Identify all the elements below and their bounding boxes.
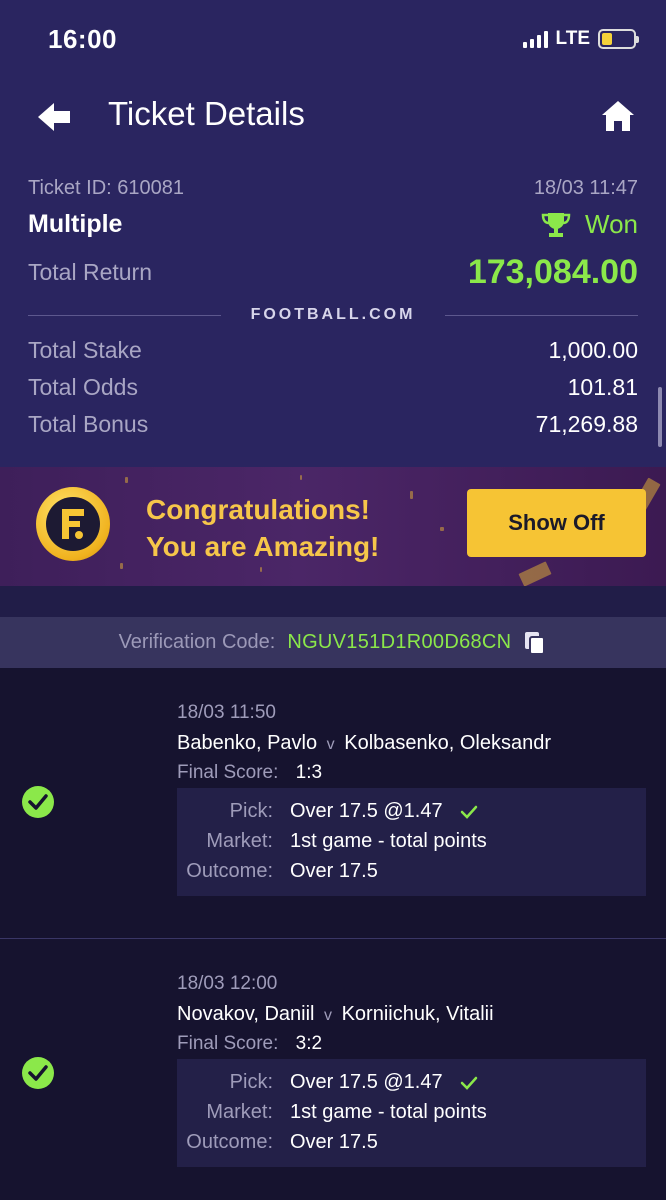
ticket-summary: Ticket ID: 610081 18/03 11:47 Multiple W…	[0, 155, 666, 467]
versus-label: v	[326, 736, 335, 753]
market-value: 1st game - total points	[290, 830, 487, 852]
status-time: 16:00	[48, 24, 117, 54]
total-stake-value: 1,000.00	[548, 337, 638, 363]
pick-text: Over 17.5 @1.47	[290, 800, 443, 822]
verification-label: Verification Code:	[118, 631, 276, 653]
check-circle-icon	[22, 1057, 54, 1089]
check-circle-icon	[22, 786, 54, 818]
away-player: Korniichuk, Vitalii	[341, 1003, 494, 1025]
outcome-label: Outcome:	[186, 1131, 273, 1153]
status-indicators: LTE	[522, 28, 639, 50]
brand-divider: FOOTBALL.COM	[28, 306, 638, 324]
status-text: Won	[585, 209, 638, 239]
total-odds-label: Total Odds	[28, 374, 138, 400]
battery-icon	[598, 29, 639, 49]
pick-value: Over 17.5 @1.47	[290, 1071, 478, 1094]
scrollbar[interactable]	[658, 387, 662, 447]
selection-match: Novakov, Daniil v Korniichuk, Vitalii	[177, 1003, 494, 1026]
total-odds-value: 101.81	[567, 374, 638, 400]
checkmark-icon	[460, 1076, 478, 1090]
total-return-value: 173,084.00	[467, 253, 638, 291]
home-player: Babenko, Pavlo	[177, 732, 318, 754]
total-bonus-value: 71,269.88	[535, 411, 638, 437]
selection-item: 18/03 11:50 Babenko, Pavlo v Kolbasenko,…	[0, 668, 666, 938]
home-icon[interactable]	[600, 98, 636, 134]
final-score: Final Score: 3:2	[177, 1033, 322, 1055]
outcome-value: Over 17.5	[290, 1131, 378, 1153]
outcome-label: Outcome:	[186, 860, 273, 882]
congrats-banner: Congratulations! You are Amazing! Show O…	[0, 467, 666, 586]
selection-datetime: 18/03 12:00	[177, 973, 278, 994]
pick-value: Over 17.5 @1.47	[290, 800, 478, 823]
outcome-value: Over 17.5	[290, 860, 378, 882]
pick-label: Pick:	[229, 1071, 273, 1093]
market-label: Market:	[206, 830, 273, 852]
congrats-text: Congratulations! You are Amazing!	[146, 491, 379, 565]
trophy-icon	[541, 212, 571, 237]
show-off-button[interactable]: Show Off	[467, 489, 646, 557]
final-score-value: 1:3	[295, 762, 323, 783]
away-player: Kolbasenko, Oleksandr	[344, 732, 552, 754]
checkmark-icon	[460, 805, 478, 819]
section-spacer	[0, 586, 666, 617]
copy-icon[interactable]	[523, 630, 547, 656]
ticket-id: Ticket ID: 610081	[28, 177, 185, 199]
bet-type: Multiple	[28, 210, 123, 238]
selection-match: Babenko, Pavlo v Kolbasenko, Oleksandr	[177, 732, 551, 755]
market-label: Market:	[206, 1101, 273, 1123]
brand-badge-icon	[36, 487, 110, 561]
total-stake-label: Total Stake	[28, 337, 142, 363]
total-bonus-label: Total Bonus	[28, 411, 149, 437]
versus-label: v	[324, 1007, 333, 1024]
total-return-label: Total Return	[28, 259, 153, 285]
selection-datetime: 18/03 11:50	[177, 702, 276, 723]
brand-logo: FOOTBALL.COM	[250, 306, 416, 323]
pick-text: Over 17.5 @1.47	[290, 1071, 443, 1093]
pick-details: Pick: Over 17.5 @1.47 Market: 1st game -…	[177, 788, 646, 896]
pick-label: Pick:	[229, 800, 273, 822]
selection-item: 18/03 12:00 Novakov, Daniil v Korniichuk…	[0, 939, 666, 1200]
signal-icon	[522, 30, 548, 48]
verification-code: NGUV151D1R00D68CN	[287, 631, 512, 653]
market-value: 1st game - total points	[290, 1101, 487, 1123]
status-badge: Won	[541, 209, 638, 240]
pick-details: Pick: Over 17.5 @1.47 Market: 1st game -…	[177, 1059, 646, 1167]
congrats-line-1: Congratulations!	[146, 494, 370, 525]
final-score-label: Final Score:	[177, 762, 279, 783]
final-score-value: 3:2	[295, 1033, 323, 1054]
home-player: Novakov, Daniil	[177, 1003, 315, 1025]
final-score-label: Final Score:	[177, 1033, 279, 1054]
app-bar: Ticket Details	[0, 80, 666, 155]
congrats-line-2: You are Amazing!	[146, 531, 380, 562]
status-bar: 16:00 LTE	[0, 0, 666, 80]
verification-bar: Verification Code: NGUV151D1R00D68CN	[0, 617, 666, 668]
back-arrow-icon[interactable]	[36, 98, 74, 136]
page-title: Ticket Details	[108, 95, 305, 132]
network-type: LTE	[555, 28, 590, 49]
final-score: Final Score: 1:3	[177, 762, 322, 784]
ticket-datetime: 18/03 11:47	[533, 177, 638, 199]
